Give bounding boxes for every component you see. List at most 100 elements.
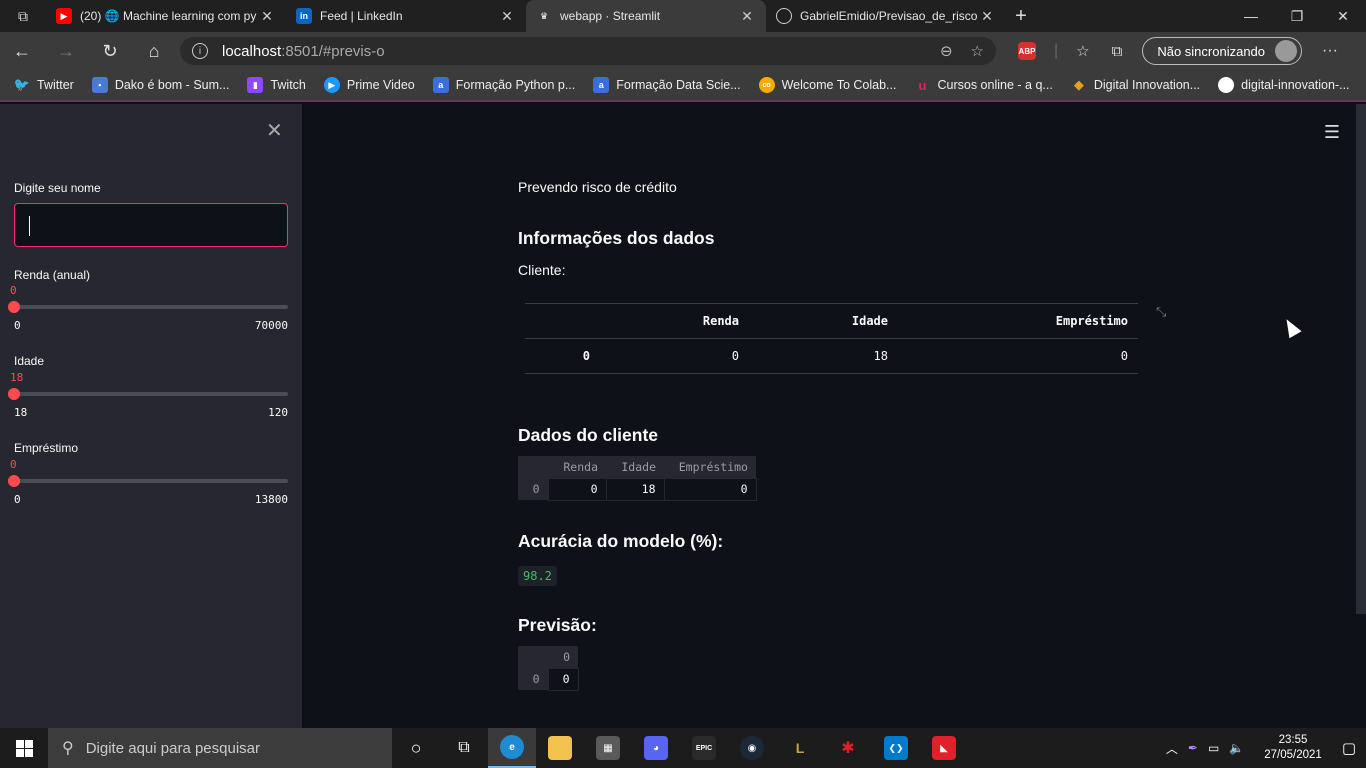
close-sidebar-icon[interactable]: ✕ [266, 118, 283, 143]
table-cell: 0 [525, 338, 600, 374]
network-icon[interactable]: ▭ [1208, 741, 1219, 755]
bookmark-formacao-data-science[interactable]: a Formação Data Scie... [593, 77, 741, 93]
toolbar-divider: | [1054, 42, 1059, 59]
main-content: ☰ Prevendo risco de crédito Informações … [302, 104, 1366, 728]
tab-youtube[interactable]: ▶ (20) 🌐 Machine learning com py ✕ [46, 0, 286, 32]
store-icon[interactable]: ▦ [584, 728, 632, 768]
steam-icon[interactable]: ◉ [728, 728, 776, 768]
tab-streamlit[interactable]: ♛ webapp · Streamlit ✕ [526, 0, 766, 32]
table-header: Empréstimo [898, 303, 1138, 339]
close-tab-icon[interactable]: ✕ [978, 8, 996, 25]
streamlit-icon: ♛ [536, 8, 552, 24]
idade-value: 18 [10, 371, 24, 384]
epic-games-icon[interactable]: EPIC [680, 728, 728, 768]
cortana-icon[interactable]: ○ [392, 728, 440, 768]
idade-slider[interactable] [14, 392, 288, 396]
league-icon[interactable]: L [776, 728, 824, 768]
restore-icon[interactable]: ❐ [1274, 0, 1320, 32]
emprestimo-min: 0 [14, 493, 21, 506]
window-controls: — ❐ ✕ [1228, 0, 1366, 32]
zoom-icon[interactable]: ⊖ [940, 42, 953, 60]
renda-min: 0 [14, 319, 21, 332]
adblock-icon[interactable]: ABP [1018, 42, 1036, 60]
hamburger-menu-icon[interactable]: ☰ [1324, 122, 1340, 143]
client-dataframe[interactable]: Renda Idade Empréstimo 0 0 18 0 [518, 456, 757, 501]
section-accuracy-heading: Acurácia do modelo (%): [518, 531, 724, 551]
udemy-icon: u [918, 77, 927, 93]
bookmark-twitter[interactable]: 🐦 Twitter [14, 77, 74, 93]
search-placeholder: Digite aqui para pesquisar [85, 739, 260, 757]
site-info-icon[interactable]: i [192, 43, 208, 59]
renda-slider-thumb[interactable] [8, 301, 20, 313]
forward-icon[interactable]: → [44, 32, 88, 70]
renda-max: 70000 [254, 319, 288, 332]
back-icon[interactable]: ← [0, 32, 44, 70]
bookmarks-bar: 🐦 Twitter ▪ Dako é bom - Sum... ▮ Twitch ▶ P… [0, 70, 1366, 102]
renda-value: 0 [10, 284, 17, 297]
minimize-icon[interactable]: — [1228, 0, 1274, 32]
close-tab-icon[interactable]: ✕ [258, 8, 276, 25]
tab-github[interactable]: GabrielEmidio/Previsao_de_risco ✕ [766, 0, 1006, 32]
a-icon: a [593, 77, 610, 93]
prediction-dataframe[interactable]: 0 0 0 [518, 646, 579, 691]
tab-title: (20) 🌐 Machine learning com py [80, 9, 257, 23]
table-header: Idade [749, 303, 898, 339]
favorite-star-icon[interactable]: ☆ [971, 42, 984, 60]
favorites-icon[interactable]: ☆ [1076, 42, 1089, 60]
edge-icon[interactable]: e [488, 728, 536, 768]
df-header [518, 646, 548, 668]
new-tab-button[interactable]: + [1006, 0, 1036, 32]
renda-label: Renda (anual) [14, 268, 91, 282]
start-button[interactable] [0, 728, 48, 768]
renda-slider[interactable] [14, 305, 288, 309]
linkedin-icon: in [296, 8, 312, 24]
name-input[interactable] [14, 203, 288, 247]
taskbar-search[interactable]: ⚲ Digite aqui para pesquisar [48, 728, 392, 768]
emprestimo-slider[interactable] [14, 479, 288, 483]
tab-bar: ⧉ ▶ (20) 🌐 Machine learning com py ✕ in … [0, 0, 1366, 32]
chevron-up-icon[interactable]: ︿ [1166, 740, 1178, 757]
vscode-icon[interactable]: ❮❯ [872, 728, 920, 768]
task-view-icon[interactable]: ⧉ [440, 728, 488, 768]
bookmark-label: Welcome To Colab... [781, 78, 897, 92]
emprestimo-slider-thumb[interactable] [8, 475, 20, 487]
bookmark-digital-innovation-github[interactable]: digital-innovation-... [1218, 77, 1350, 93]
clock[interactable]: 23:55 27/05/2021 [1264, 733, 1322, 763]
idade-slider-thumb[interactable] [8, 388, 20, 400]
amd-icon[interactable]: ◣ [920, 728, 968, 768]
table-cell: 0 [600, 338, 749, 374]
profile-sync-button[interactable]: Não sincronizando [1142, 37, 1303, 65]
close-tab-icon[interactable]: ✕ [498, 8, 516, 25]
df-header: 0 [548, 646, 578, 668]
notification-icon[interactable]: ▢ [1342, 739, 1356, 757]
more-menu-icon[interactable]: ··· [1322, 42, 1338, 60]
bookmark-prime-video[interactable]: ▶ Prime Video [323, 77, 415, 93]
github-icon [1218, 77, 1235, 93]
discord-icon[interactable]: ◕ [632, 728, 680, 768]
section-info-heading: Informações dos dados [518, 228, 715, 248]
tab-linkedin[interactable]: in Feed | LinkedIn ✕ [286, 0, 526, 32]
bookmark-udemy[interactable]: u Cursos online - a q... [914, 77, 1053, 93]
df-header-row: 0 [518, 646, 578, 668]
twitch-icon: ▮ [247, 77, 264, 93]
close-window-icon[interactable]: ✕ [1320, 0, 1366, 32]
feather-icon[interactable]: ✒ [1188, 741, 1198, 755]
client-table: Renda Idade Empréstimo 0 0 18 0 [525, 303, 1138, 374]
close-tab-icon[interactable]: ✕ [738, 8, 756, 25]
collections-icon[interactable]: ⧉ [1112, 43, 1123, 60]
home-icon[interactable]: ⌂ [132, 32, 176, 70]
url-input[interactable]: i localhost:8501/#previs-o ⊖ ☆ [180, 37, 996, 65]
bookmark-dako[interactable]: ▪ Dako é bom - Sum... [91, 77, 229, 93]
bookmark-colab[interactable]: co Welcome To Colab... [758, 77, 897, 93]
fullscreen-expand-icon[interactable]: ⤡ [1156, 304, 1166, 320]
url-path: :8501/#previs-o [281, 42, 385, 60]
bookmark-formacao-python[interactable]: a Formação Python p... [432, 77, 575, 93]
bookmark-twitch[interactable]: ▮ Twitch [247, 77, 306, 93]
volume-icon[interactable]: 🔈 [1229, 741, 1244, 755]
refresh-icon[interactable]: ↻ [88, 32, 132, 70]
window-menu-icon[interactable]: ⧉ [0, 0, 46, 32]
valorant-icon[interactable]: ✱ [824, 728, 872, 768]
bookmark-dio[interactable]: ◆ Digital Innovation... [1071, 77, 1200, 93]
file-explorer-icon[interactable] [536, 728, 584, 768]
scrollbar[interactable] [1356, 104, 1366, 614]
